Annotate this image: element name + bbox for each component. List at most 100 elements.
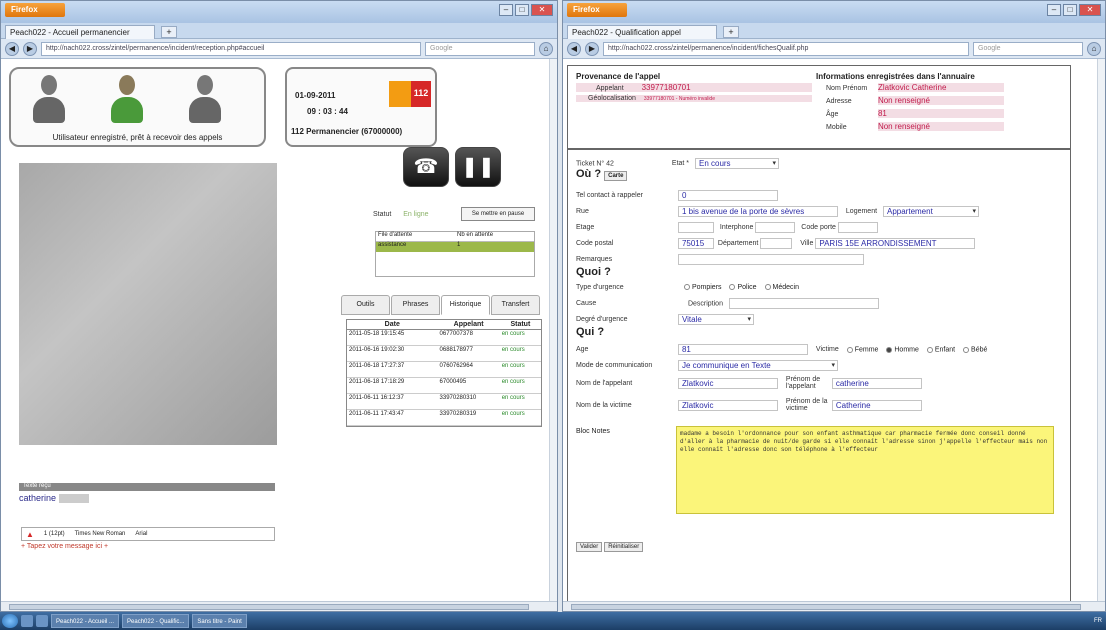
code-porte-input[interactable] <box>837 222 878 233</box>
tab-transfert[interactable]: Transfert <box>491 295 540 315</box>
cp-input[interactable]: 75015 <box>677 238 714 249</box>
search-input[interactable]: Google <box>973 41 1083 56</box>
quicklaunch-icon[interactable] <box>21 615 33 627</box>
minimize-icon[interactable]: – <box>1047 4 1061 16</box>
minimize-icon[interactable]: – <box>499 4 513 16</box>
horizontal-scrollbar[interactable] <box>1 601 557 611</box>
nom-appelant-input[interactable]: Zlatkovic <box>677 377 778 389</box>
browser-tab[interactable]: Peach022 - Qualification appel <box>567 25 717 39</box>
home-icon[interactable]: ⌂ <box>1087 41 1101 56</box>
radio-femme[interactable] <box>846 346 853 353</box>
etage-label: Etage <box>576 224 595 232</box>
horizontal-scrollbar[interactable] <box>563 601 1105 611</box>
table-row[interactable]: 2011-06-18 17:27:37 0760762964 en cours <box>347 361 541 378</box>
radio-police[interactable] <box>729 284 736 291</box>
mode-label: Mode de communication <box>576 362 653 370</box>
etat-select[interactable]: En cours <box>694 158 779 169</box>
font-family-select[interactable]: Times New Roman <box>75 531 126 537</box>
message-input[interactable]: + Tapez votre message ici + <box>21 543 275 555</box>
valider-button[interactable]: Valider <box>576 542 603 552</box>
table-row[interactable]: 2011-06-16 19:02:30 0688178977 en cours <box>347 345 541 362</box>
rue-input[interactable]: 1 bis avenue de la porte de sèvres <box>677 206 838 217</box>
history-header-status: Statut <box>499 320 541 330</box>
forward-icon[interactable]: ▶ <box>585 41 599 56</box>
history-status: en cours <box>499 361 541 378</box>
prenom-appelant-input[interactable]: catherine <box>831 377 922 389</box>
option-femme: Femme <box>854 346 879 354</box>
tab-historique[interactable]: Historique <box>441 295 490 315</box>
queue-row[interactable]: assistance 1 <box>376 242 534 252</box>
vertical-scrollbar[interactable] <box>1097 59 1105 601</box>
rue-label: Rue <box>576 208 589 216</box>
radio-enfant[interactable] <box>926 346 933 353</box>
radio-homme[interactable] <box>886 346 893 353</box>
maximize-icon[interactable]: □ <box>515 4 529 16</box>
url-bar[interactable]: http://nach022.cross/zintel/permanence/i… <box>41 41 421 56</box>
maximize-icon[interactable]: □ <box>1063 4 1077 16</box>
quicklaunch-icon[interactable] <box>36 615 48 627</box>
table-row[interactable]: 2011-05-18 19:15:45 0677007378 en cours <box>347 329 541 346</box>
radio-bebe[interactable] <box>963 346 970 353</box>
ville-input[interactable]: PARIS 15E ARRONDISSEMENT <box>815 238 976 249</box>
close-icon[interactable]: ✕ <box>1079 4 1101 16</box>
prenom-victime-input[interactable]: Catherine <box>831 399 922 411</box>
appelant-label: Appelant <box>596 85 624 92</box>
table-row[interactable]: 2011-06-11 17:43:47 33970280319 en cours <box>347 409 541 426</box>
logement-select[interactable]: Appartement <box>883 206 979 217</box>
taskbar-item[interactable]: Peach022 - Qualific... <box>122 614 190 628</box>
ou-title-text: Où ? <box>576 168 602 180</box>
browser-tab[interactable]: Peach022 - Accueil permanencier <box>5 25 155 39</box>
ou-title: Où ? Carte <box>576 168 628 181</box>
new-tab-icon[interactable]: + <box>161 26 177 38</box>
pause-call-button[interactable]: ❚❚ <box>455 147 501 187</box>
description-input[interactable] <box>728 298 879 309</box>
carte-button[interactable]: Carte <box>604 171 628 181</box>
tel-contact-input[interactable]: 0 <box>677 190 778 201</box>
victime-name-row: Nom de la victime Zlatkovic Prénom de la… <box>576 398 922 412</box>
reinit-button[interactable]: Réinitialiser <box>604 542 644 552</box>
radio-pompiers[interactable] <box>683 284 690 291</box>
geo-value: 33977180701 - Numéro invalide <box>643 96 715 102</box>
font-alt-select[interactable]: Arial <box>135 531 147 537</box>
forward-icon[interactable]: ▶ <box>23 41 37 56</box>
notes-textarea[interactable]: madame a besoin l'ordonnance pour son en… <box>676 426 1054 514</box>
home-icon[interactable]: ⌂ <box>539 41 553 56</box>
vertical-scrollbar[interactable] <box>549 59 557 601</box>
nom-victime-input[interactable]: Zlatkovic <box>677 399 778 411</box>
search-input[interactable]: Google <box>425 41 535 56</box>
taskbar-item[interactable]: Peach022 - Accueil ... <box>51 614 120 628</box>
back-icon[interactable]: ◀ <box>567 41 581 56</box>
etage-input[interactable] <box>677 222 714 233</box>
interphone-input[interactable] <box>755 222 796 233</box>
firefox-menu-button[interactable]: Firefox <box>567 3 627 17</box>
start-menu-icon[interactable] <box>2 614 18 628</box>
age-input[interactable]: 81 <box>677 344 808 355</box>
set-pause-button[interactable]: Se mettre en pause <box>461 207 535 221</box>
hangup-button[interactable]: ☎ <box>403 147 449 187</box>
new-tab-icon[interactable]: + <box>723 26 739 38</box>
dept-input[interactable] <box>760 238 793 249</box>
cp-label: Code postal <box>576 240 614 248</box>
taskbar-item[interactable]: Sans titre - Paint <box>192 614 247 628</box>
url-bar[interactable]: http://nach022.cross/zintel/permanence/i… <box>603 41 969 56</box>
warning-icon[interactable]: ▲ <box>26 530 34 539</box>
remarques-input[interactable] <box>677 254 864 265</box>
degre-select[interactable]: Vitale <box>677 314 754 325</box>
firefox-menu-button[interactable]: Firefox <box>5 3 65 17</box>
font-size-select[interactable]: 1 (12pt) <box>44 531 65 537</box>
urgence-label: Type d'urgence <box>576 284 624 291</box>
tab-outils[interactable]: Outils <box>341 295 390 315</box>
radio-medecin[interactable] <box>764 284 771 291</box>
close-icon[interactable]: ✕ <box>531 4 553 16</box>
remarques-label: Remarques <box>576 256 613 264</box>
message-tag <box>59 494 90 504</box>
age-label: Age <box>576 346 589 354</box>
age-row: Age 81 Victime Femme Homme Enfant Bébé <box>576 344 987 355</box>
group-users-icon <box>109 75 145 127</box>
back-icon[interactable]: ◀ <box>5 41 19 56</box>
tab-phrases[interactable]: Phrases <box>391 295 440 315</box>
table-row[interactable]: 2011-06-11 16:12:37 33970280310 en cours <box>347 393 541 410</box>
history-caller: 0760762964 <box>437 361 500 378</box>
mode-select[interactable]: Je communique en Texte <box>677 360 838 371</box>
table-row[interactable]: 2011-06-18 17:18:29 67000495 en cours <box>347 377 541 394</box>
